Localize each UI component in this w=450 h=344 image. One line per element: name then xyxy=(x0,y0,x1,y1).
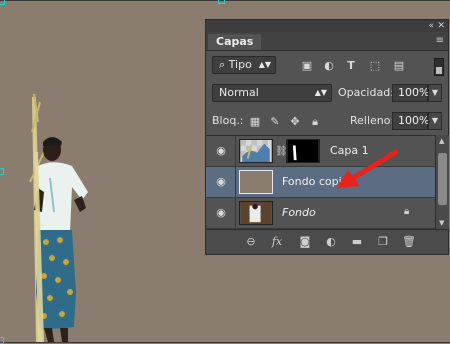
smart-object-filter-icon[interactable]: ▤ xyxy=(392,59,406,73)
layers-bottom-toolbar: ⊖ fx ◙ ◐ ▬ ❐ 🗑︎ xyxy=(206,229,448,254)
link-layers-icon[interactable]: ⊖ xyxy=(244,235,258,249)
transform-handle[interactable] xyxy=(0,0,5,5)
close-icon[interactable]: ✕ xyxy=(437,20,445,32)
visibility-eye-icon[interactable]: ◉ xyxy=(214,144,228,158)
fx-icon[interactable]: fx xyxy=(270,235,284,249)
layer-mask-thumbnail[interactable] xyxy=(286,139,320,163)
lock-label: Bloq.: xyxy=(212,114,244,127)
layer-thumbnail xyxy=(239,139,273,163)
lock-position-icon[interactable]: ✥ xyxy=(288,115,302,129)
adjustment-layer-icon[interactable]: ◐ xyxy=(324,235,338,249)
text-filter-icon[interactable]: T xyxy=(344,59,358,73)
scroll-up-icon[interactable]: ▲ xyxy=(439,137,444,145)
add-mask-icon[interactable]: ◙ xyxy=(298,235,312,249)
transform-handle[interactable] xyxy=(0,168,4,175)
blend-mode-select[interactable]: Normal ▲▼ xyxy=(212,84,332,102)
opacity-input[interactable]: 100% xyxy=(392,84,429,102)
chevron-down-icon: ▲▼ xyxy=(314,88,327,97)
person-figure-image xyxy=(29,93,88,342)
visibility-eye-icon[interactable]: ◉ xyxy=(214,175,228,189)
transform-handle[interactable] xyxy=(218,0,225,4)
lock-icon: 🔒︎ xyxy=(404,206,410,217)
adjustment-filter-icon[interactable]: ◐ xyxy=(322,59,336,73)
layers-scrollbar[interactable]: ▲ ▼ xyxy=(435,135,449,229)
fill-dropdown-icon[interactable]: ▼ xyxy=(428,112,442,130)
layer-row-selected[interactable]: ◉ Fondo copia xyxy=(206,167,435,198)
layer-row[interactable]: ◉ ⛓ Capa 1 xyxy=(206,136,435,167)
image-filter-icon[interactable]: ▣ xyxy=(300,59,314,73)
layer-name: Fondo xyxy=(282,206,316,219)
panel-menu-icon[interactable]: ≡ xyxy=(436,34,444,48)
filter-row: ⌕ Tipo ▲▼ ▣ ◐ T ⬚ ▤ xyxy=(206,54,448,76)
canvas-top-edge xyxy=(0,0,450,1)
lock-row: Bloq.: ▦ ✎ ✥ 🔒︎ Relleno: 100% ▼ xyxy=(206,110,448,132)
lock-all-icon[interactable]: 🔒︎ xyxy=(308,115,322,129)
layer-thumbnail xyxy=(239,170,273,194)
filter-toggle[interactable] xyxy=(434,58,444,76)
new-group-icon[interactable]: ▬ xyxy=(350,235,364,249)
shape-filter-icon[interactable]: ⬚ xyxy=(368,59,382,73)
layers-list: ◉ ⛓ Capa 1 ◉ Fondo copia ◉ Fondo 🔒︎ xyxy=(206,135,435,230)
chevron-down-icon: ▲▼ xyxy=(258,60,271,69)
layer-row[interactable]: ◉ Fondo 🔒︎ xyxy=(206,198,435,229)
scroll-down-icon[interactable]: ▼ xyxy=(439,219,444,227)
lock-image-pixels-icon[interactable]: ✎ xyxy=(268,115,282,129)
filter-type-select[interactable]: ⌕ Tipo ▲▼ xyxy=(212,56,276,74)
opacity-dropdown-icon[interactable]: ▼ xyxy=(428,84,442,102)
visibility-eye-icon[interactable]: ◉ xyxy=(214,206,228,220)
scrollbar-thumb[interactable] xyxy=(438,153,447,205)
blend-row: Normal ▲▼ Opacidad: 100% ▼ xyxy=(206,82,448,104)
trash-icon[interactable]: 🗑︎ xyxy=(402,235,416,249)
panel-titlebar[interactable]: « ✕ xyxy=(206,20,448,32)
fill-input[interactable]: 100% xyxy=(392,112,429,130)
layer-thumbnail xyxy=(239,201,273,225)
fill-label: Relleno: xyxy=(350,114,395,127)
panel-tab-row: Capas ≡ xyxy=(206,32,448,51)
red-arrow-annotation xyxy=(336,149,399,188)
opacity-label: Opacidad: xyxy=(338,86,394,99)
filter-type-label: Tipo xyxy=(228,58,252,71)
new-layer-icon[interactable]: ❐ xyxy=(376,235,390,249)
blend-mode-value: Normal xyxy=(219,86,259,99)
double-chevron-left-icon[interactable]: « xyxy=(428,20,434,32)
tab-capas[interactable]: Capas xyxy=(208,34,262,50)
layers-panel: « ✕ Capas ≡ ⌕ Tipo ▲▼ ▣ ◐ T ⬚ ▤ Normal ▲… xyxy=(205,19,449,255)
search-icon: ⌕ xyxy=(219,58,226,71)
lock-transparent-pixels-icon[interactable]: ▦ xyxy=(248,115,262,129)
